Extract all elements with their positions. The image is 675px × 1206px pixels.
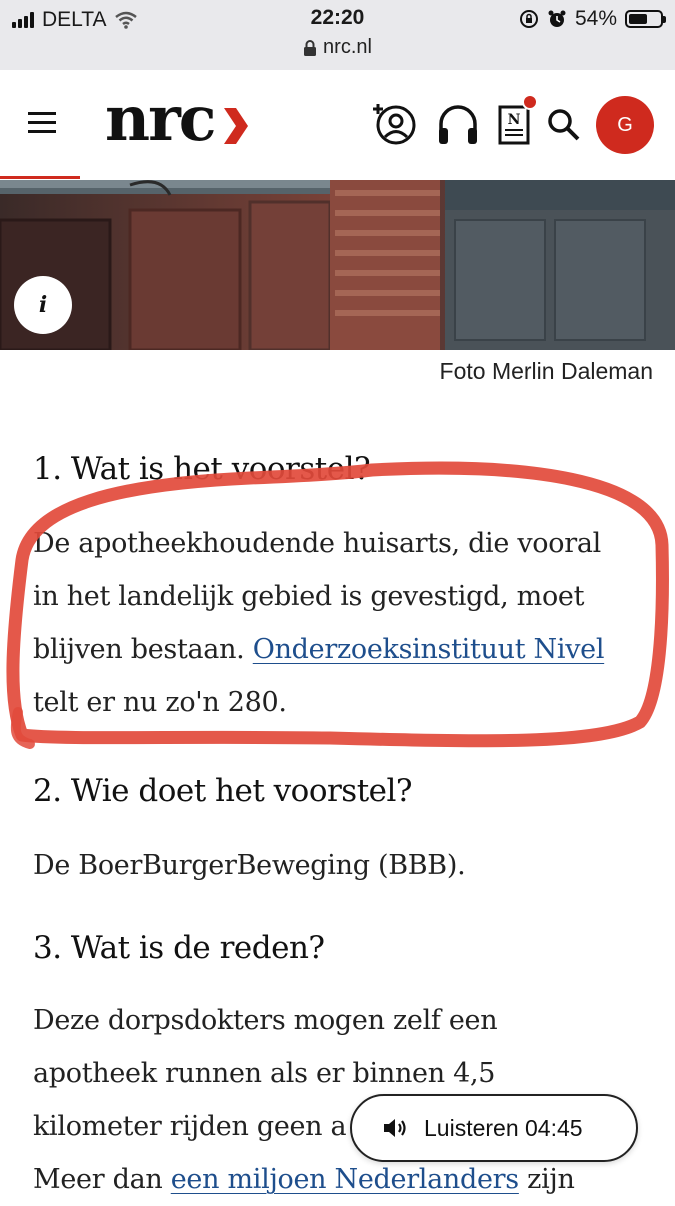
headphones-icon[interactable] bbox=[436, 104, 480, 146]
battery-percent: 54% bbox=[574, 7, 617, 30]
q1-line-4: telt er nu zo'n 280. bbox=[33, 687, 287, 718]
url-bar[interactable]: nrc.nl bbox=[0, 36, 675, 59]
q3-line-3: kilometer rijden geen a bbox=[33, 1111, 347, 1142]
avatar[interactable]: G bbox=[596, 96, 654, 154]
svg-text:N: N bbox=[508, 112, 521, 128]
url-text: nrc.nl bbox=[323, 36, 372, 58]
notification-dot bbox=[522, 94, 538, 110]
listen-button[interactable]: Luisteren 04:45 bbox=[350, 1094, 638, 1162]
miljoen-link[interactable]: een miljoen Nederlanders bbox=[171, 1164, 519, 1195]
heading-q1: 1. Wat is het voorstel? bbox=[33, 451, 371, 487]
lock-icon bbox=[304, 39, 317, 56]
q3-line-1: Deze dorpsdokters mogen zelf een bbox=[33, 1005, 498, 1036]
search-icon[interactable] bbox=[547, 108, 581, 142]
status-right: 54% bbox=[519, 7, 666, 31]
nivel-link[interactable]: Onderzoeksinstituut Nivel bbox=[253, 634, 605, 665]
status-bar: DELTA 22:20 54% nrc.nl bbox=[0, 0, 675, 70]
add-follow-icon[interactable] bbox=[372, 100, 418, 146]
battery-icon bbox=[625, 10, 666, 28]
q1-line-3: blijven bestaan. bbox=[33, 634, 253, 665]
photo-info-button[interactable]: i bbox=[14, 276, 72, 334]
reading-progress bbox=[0, 176, 80, 179]
rotation-lock-icon bbox=[519, 10, 538, 28]
listen-label: Luisteren 04:45 bbox=[424, 1114, 583, 1141]
q3-line-4-prefix: Meer dan bbox=[33, 1164, 171, 1195]
photo-caption: Foto Merlin Daleman bbox=[439, 358, 653, 384]
article-photo: i bbox=[0, 180, 675, 350]
paragraph-q1: De apotheekhoudende huisarts, die vooral… bbox=[33, 517, 643, 729]
q1-line-2: in het landelijk gebied is gevestigd, mo… bbox=[33, 581, 585, 612]
q3-line-4-suffix: zijn bbox=[518, 1164, 575, 1195]
heading-q3: 3. Wat is de reden? bbox=[33, 930, 325, 966]
nrc-logo[interactable]: nrc bbox=[105, 88, 216, 150]
heading-q2: 2. Wie doet het voorstel? bbox=[33, 773, 413, 809]
newspaper-icon[interactable]: N bbox=[497, 104, 533, 146]
speaker-icon bbox=[384, 1119, 406, 1137]
alarm-icon bbox=[548, 10, 566, 27]
q3-line-2: apotheek runnen als er binnen 4,5 bbox=[33, 1058, 496, 1089]
logo-chevron-icon bbox=[224, 108, 248, 144]
q1-line-1: De apotheekhoudende huisarts, die vooral bbox=[33, 528, 601, 559]
site-header: nrc N G bbox=[0, 70, 675, 181]
article-body: 1. Wat is het voorstel? De apotheekhoude… bbox=[33, 445, 643, 1206]
kitchen-photo-image bbox=[0, 180, 675, 350]
paragraph-q2: De BoerBurgerBeweging (BBB). bbox=[33, 850, 466, 881]
menu-icon[interactable] bbox=[28, 112, 56, 134]
